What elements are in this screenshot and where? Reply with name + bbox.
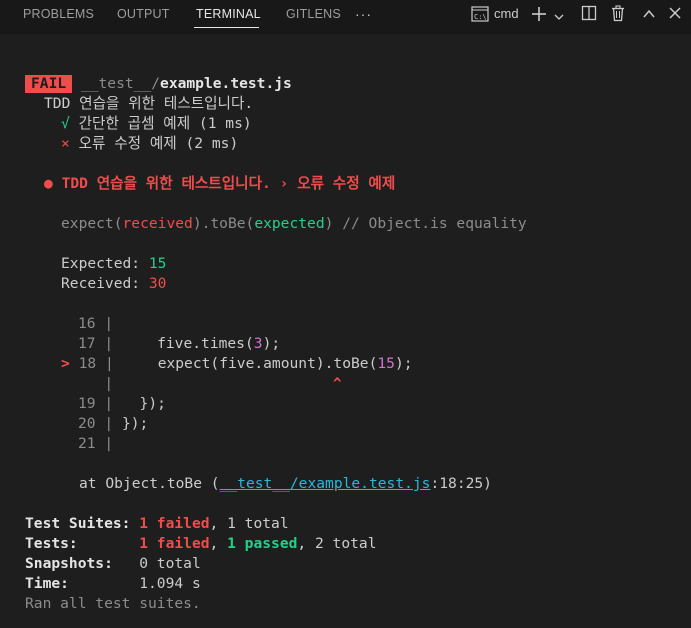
- summary-time: Time: 1.094 s: [25, 574, 201, 594]
- code-line-17: 17 | five.times(3);: [78, 334, 280, 354]
- stack-trace: at Object.toBe (__test__/example.test.js…: [79, 474, 492, 494]
- suites-rest: , 1 total: [209, 515, 289, 532]
- expected-label: Expected:: [61, 255, 149, 272]
- code-text: });: [121, 415, 149, 432]
- code-line-19: 19 | });: [78, 394, 166, 414]
- suites-failed: 1 failed: [139, 515, 210, 532]
- ran-all-message: Ran all test suites.: [25, 595, 201, 612]
- stack-prefix: at Object.toBe (: [79, 475, 220, 492]
- expected-value: 15: [148, 255, 167, 272]
- terminal-name[interactable]: cmd: [494, 6, 519, 21]
- code-text: );: [394, 355, 413, 372]
- describe-title: TDD 연습을 위한 테스트입니다.: [44, 95, 254, 112]
- chevron-down-icon[interactable]: [553, 9, 565, 27]
- code-text: five.times(: [157, 335, 254, 352]
- expect-pre: expect(: [61, 215, 123, 232]
- active-tab-indicator: [194, 27, 259, 28]
- gutter-bar: |: [104, 415, 114, 432]
- code-line-20: 20 | });: [78, 414, 148, 434]
- expect-post: ) // Object.is equality: [324, 215, 527, 232]
- fail-header: FAIL __test__/example.test.js: [25, 74, 292, 94]
- fail-badge: FAIL: [25, 75, 73, 93]
- plus-icon[interactable]: [531, 6, 547, 27]
- test-path-file: example.test.js: [160, 75, 292, 92]
- error-caret: ^: [332, 375, 342, 392]
- terminal-output[interactable]: FAIL __test__/example.test.js TDD 연습을 위한…: [0, 34, 691, 628]
- gutter-bar: |: [104, 395, 114, 412]
- line-number: 20: [78, 415, 96, 432]
- expect-expected: expected: [254, 215, 325, 232]
- panel-header: PROBLEMS OUTPUT TERMINAL GITLENS ··· C:\…: [0, 0, 691, 34]
- tests-failed: 1 failed: [139, 535, 210, 552]
- received-value: 30: [148, 275, 167, 292]
- gutter-bar: |: [104, 315, 114, 332]
- tab-problems[interactable]: PROBLEMS: [23, 7, 94, 21]
- summary-snapshots: Snapshots: 0 total: [25, 554, 201, 574]
- tests-sep: ,: [209, 535, 228, 552]
- gutter-bar: |: [104, 335, 114, 352]
- expect-mid: ).toBe(: [192, 215, 255, 232]
- fail-cross-icon: ×: [61, 135, 70, 152]
- code-line-18: > 18 | expect(five.amount).toBe(15);: [61, 354, 413, 374]
- received-label: Received:: [61, 275, 149, 292]
- line-number: 17: [78, 335, 96, 352]
- code-text: .toBe(: [324, 355, 378, 372]
- code-number: 3: [253, 335, 263, 352]
- gutter-bar: |: [104, 435, 114, 452]
- line-number: 21: [78, 435, 96, 452]
- summary-suites: Test Suites: 1 failed, 1 total: [25, 514, 289, 534]
- received-line: Received: 30: [61, 274, 166, 294]
- tests-rest: , 2 total: [297, 535, 377, 552]
- more-actions-icon[interactable]: ···: [355, 6, 372, 22]
- error-bullet-icon: ●: [44, 175, 53, 192]
- expected-line: Expected: 15: [61, 254, 166, 274]
- passed-test-label: 간단한 곱셈 예제 (1 ms): [78, 115, 252, 132]
- matcher-hint: expect(received).toBe(expected) // Objec…: [61, 214, 527, 234]
- snapshots-label: Snapshots:: [25, 555, 113, 572]
- failed-test-label: 오류 수정 예제 (2 ms): [78, 135, 239, 152]
- terminal-icon[interactable]: C:\: [471, 6, 489, 27]
- gutter-bar: |: [104, 375, 114, 392]
- stack-file-link[interactable]: __test__/example.test.js: [220, 475, 431, 492]
- close-panel-icon[interactable]: [668, 6, 682, 25]
- maximize-panel-icon[interactable]: [642, 7, 656, 25]
- code-text: });: [139, 395, 166, 412]
- code-line-21: 21 |: [78, 434, 113, 454]
- tab-gitlens[interactable]: GITLENS: [286, 7, 341, 21]
- suites-label: Test Suites:: [25, 515, 131, 532]
- error-title-text: TDD 연습을 위한 테스트입니다. › 오류 수정 예제: [61, 175, 396, 192]
- gutter-bar: |: [104, 355, 114, 372]
- code-line-16: 16 |: [78, 314, 113, 334]
- tests-label: Tests:: [25, 535, 78, 552]
- expect-received: received: [122, 215, 193, 232]
- line-number: 18: [78, 355, 97, 372]
- test-path-dir: __test__/: [80, 75, 161, 92]
- tests-passed: 1 passed: [227, 535, 298, 552]
- pass-check-icon: √: [61, 115, 70, 132]
- line-number: 16: [78, 315, 96, 332]
- code-text: );: [262, 335, 281, 352]
- failed-test: × 오류 수정 예제 (2 ms): [61, 134, 238, 154]
- caret-line: | ^: [78, 374, 342, 394]
- code-number: 15: [377, 355, 395, 372]
- code-text: expect(five.amount): [157, 355, 325, 372]
- time-label: Time:: [25, 575, 69, 592]
- split-terminal-icon[interactable]: [581, 5, 597, 26]
- passed-test: √ 간단한 곱셈 예제 (1 ms): [61, 114, 252, 134]
- error-title: ● TDD 연습을 위한 테스트입니다. › 오류 수정 예제: [44, 174, 395, 194]
- error-line-marker: >: [61, 355, 70, 372]
- line-number: 19: [78, 395, 96, 412]
- trash-icon[interactable]: [610, 5, 626, 27]
- summary-tests: Tests: 1 failed, 1 passed, 2 total: [25, 534, 376, 554]
- tab-output[interactable]: OUTPUT: [117, 7, 170, 21]
- stack-location: :18:25): [430, 475, 492, 492]
- snapshots-value: 0 total: [139, 555, 201, 572]
- tab-terminal[interactable]: TERMINAL: [196, 7, 261, 21]
- time-value: 1.094 s: [139, 575, 201, 592]
- svg-text:C:\: C:\: [474, 13, 487, 21]
